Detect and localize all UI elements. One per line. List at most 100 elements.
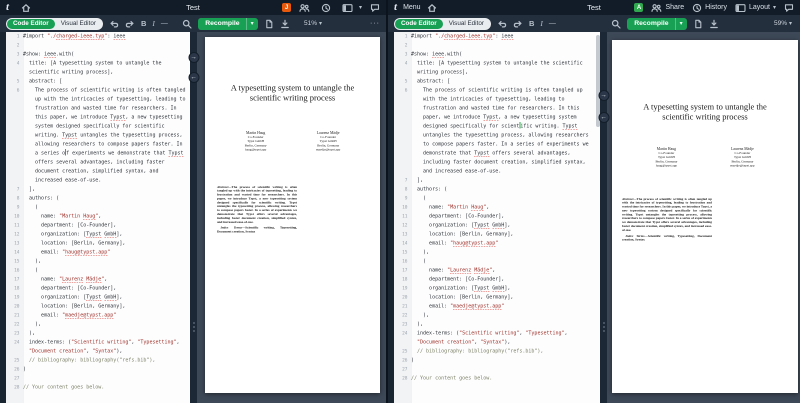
collapse-right-button[interactable]: → — [188, 52, 199, 63]
code-line[interactable]: 5abstract: [ — [6, 77, 190, 86]
code-line[interactable]: 27 — [394, 365, 600, 374]
code-line[interactable]: 15), — [6, 257, 190, 266]
italic-button[interactable]: I — [152, 19, 155, 28]
tab-visual-editor[interactable]: Visual Editor — [443, 19, 490, 29]
tab-code-editor[interactable]: Code Editor — [395, 19, 443, 29]
history-button[interactable]: History — [692, 3, 727, 13]
code-line[interactable]: 23), — [6, 329, 190, 338]
code-line[interactable]: 1#import "./charged-ieee.typ": ieee — [6, 32, 190, 41]
code-line[interactable]: 25// bibliography: bibliography("refs.bi… — [394, 347, 600, 356]
code-line[interactable]: 15), — [394, 248, 600, 257]
layout-button[interactable]: ▾ — [342, 3, 362, 13]
export-pdf-button[interactable] — [264, 19, 274, 29]
collapse-left-button[interactable]: ← — [188, 72, 199, 83]
home-icon[interactable] — [427, 3, 437, 13]
code-line[interactable]: 24index-terms: ("Scientific writing", "T… — [6, 338, 190, 356]
code-line[interactable]: 7], — [6, 185, 190, 194]
chevron-down-icon[interactable]: ▾ — [247, 20, 258, 27]
bold-button[interactable]: B — [529, 19, 534, 28]
code-line[interactable]: 28// Your content goes below. — [6, 383, 190, 392]
code-line[interactable]: 9( — [6, 203, 190, 212]
code-area[interactable]: 1#import "./charged-ieee.typ": ieee23#sh… — [394, 32, 600, 403]
code-line[interactable]: 26) — [6, 365, 190, 374]
code-line[interactable]: 20location: [Berlin, Germany], — [394, 293, 600, 302]
recompile-button[interactable]: Recompile ▾ — [627, 18, 686, 30]
code-line[interactable]: 13location: [Berlin, Germany], — [6, 239, 190, 248]
code-line[interactable]: 14email: "haug@typst.app" — [394, 239, 600, 248]
preview-pane[interactable]: A typesetting system to untangle the sci… — [197, 32, 386, 403]
tab-code-editor[interactable]: Code Editor — [7, 19, 55, 29]
tab-visual-editor[interactable]: Visual Editor — [55, 19, 102, 29]
code-line[interactable]: 3#show: ieee.with( — [6, 50, 190, 59]
comments-icon[interactable] — [370, 3, 380, 13]
pane-divider[interactable]: → ← — [600, 32, 607, 403]
avatar[interactable]: A — [634, 3, 643, 12]
code-line[interactable]: 19organization: [Typst GmbH], — [394, 284, 600, 293]
code-line[interactable]: 13location: [Berlin, Germany], — [394, 230, 600, 239]
bold-button[interactable]: B — [141, 19, 146, 28]
menu-label[interactable]: Menu — [403, 4, 421, 11]
download-button[interactable] — [280, 19, 290, 29]
code-line[interactable]: 4title: [A typesetting system to untangl… — [394, 59, 600, 77]
code-line[interactable]: 6The process of scientific writing is of… — [6, 86, 190, 185]
share-button[interactable]: Share — [651, 3, 684, 13]
code-line[interactable]: 9( — [394, 194, 600, 203]
code-line[interactable]: 10name: "Martin Haug", — [6, 212, 190, 221]
code-line[interactable]: 16( — [6, 266, 190, 275]
code-line[interactable]: 18department: [Co-Founder], — [394, 275, 600, 284]
preview-pane[interactable]: A typesetting system to untangle the sci… — [607, 32, 800, 403]
comments-icon[interactable] — [784, 3, 794, 13]
recompile-button[interactable]: Recompile ▾ — [198, 18, 257, 30]
search-button[interactable] — [182, 19, 192, 29]
code-line[interactable]: 20location: [Berlin, Germany], — [6, 302, 190, 311]
code-line[interactable]: 6The process of scientific writing is of… — [394, 86, 600, 176]
code-line[interactable]: 17name: "Laurenz Mädje", — [394, 266, 600, 275]
code-area[interactable]: 1#import "./charged-ieee.typ": ieee23#sh… — [6, 32, 190, 403]
code-line[interactable]: 3#show: ieee.with( — [394, 50, 600, 59]
history-button[interactable] — [321, 3, 334, 13]
code-line[interactable]: 12organization: [Typst GmbH], — [394, 221, 600, 230]
code-line[interactable]: 11department: [Co-Founder], — [6, 221, 190, 230]
layout-button[interactable]: Layout ▾ — [735, 3, 776, 13]
insert-rule-button[interactable]: — — [549, 20, 556, 27]
collapse-left-button[interactable]: ← — [598, 112, 609, 123]
code-line[interactable]: 1#import "./charged-ieee.typ": ieee — [394, 32, 600, 41]
zoom-control[interactable]: 51%▾ — [304, 20, 322, 27]
redo-button[interactable] — [513, 19, 523, 29]
code-line[interactable]: 7], — [394, 176, 600, 185]
insert-rule-button[interactable]: — — [161, 20, 168, 27]
code-line[interactable]: 28// Your content goes below. — [394, 374, 600, 383]
code-line[interactable]: 8authors: ( — [6, 194, 190, 203]
avatar[interactable]: J — [282, 3, 291, 12]
divider-handle[interactable] — [193, 322, 195, 324]
more-button[interactable]: ··· — [370, 20, 380, 27]
chevron-down-icon[interactable]: ▾ — [676, 20, 687, 27]
code-line[interactable]: 23), — [394, 320, 600, 329]
code-line[interactable]: 5abstract: [ — [394, 77, 600, 86]
typst-logo[interactable]: t — [6, 2, 9, 13]
code-line[interactable]: 2 — [394, 41, 600, 50]
code-line[interactable]: 10name: "Martin Haug", — [394, 203, 600, 212]
code-editor-pane[interactable]: 1#import "./charged-ieee.typ": ieee23#sh… — [394, 32, 600, 403]
code-line[interactable]: 27 — [6, 374, 190, 383]
code-line[interactable]: 21email: "maedje@typst.app" — [6, 311, 190, 320]
zoom-control[interactable]: 59%▾ — [774, 20, 792, 27]
share-button[interactable] — [299, 3, 313, 13]
code-line[interactable]: 18department: [Co-Founder], — [6, 284, 190, 293]
code-line[interactable]: 17name: "Laurenz Mädje", — [6, 275, 190, 284]
code-line[interactable]: 21email: "maedje@typst.app" — [394, 302, 600, 311]
italic-button[interactable]: I — [540, 19, 543, 28]
code-line[interactable]: 22), — [6, 320, 190, 329]
collapse-right-button[interactable]: → — [598, 90, 609, 101]
code-line[interactable]: 14email: "haug@typst.app" — [6, 248, 190, 257]
code-line[interactable]: 24index-terms: ("Scientific writing", "T… — [394, 329, 600, 347]
code-line[interactable]: 8authors: ( — [394, 185, 600, 194]
code-line[interactable]: 2 — [6, 41, 190, 50]
code-line[interactable]: 11department: [Co-Founder], — [394, 212, 600, 221]
undo-button[interactable] — [497, 19, 507, 29]
undo-button[interactable] — [109, 19, 119, 29]
pane-divider[interactable]: → ← — [190, 32, 197, 403]
code-line[interactable]: 16( — [394, 257, 600, 266]
code-line[interactable]: 12organization: [Typst GmbH], — [6, 230, 190, 239]
code-line[interactable]: 4title: [A typesetting system to untangl… — [6, 59, 190, 77]
